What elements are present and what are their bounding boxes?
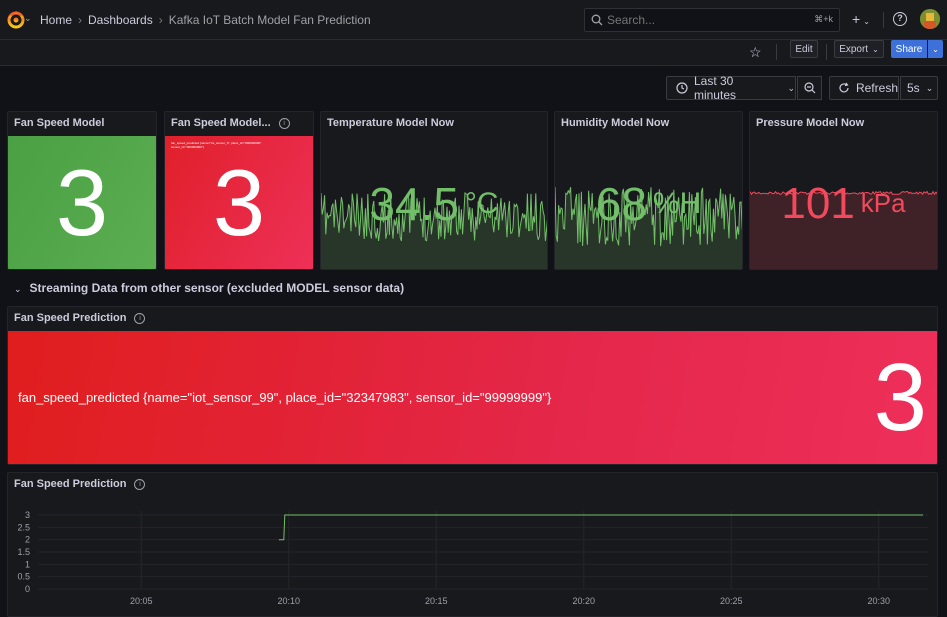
stat-unit: %H: [652, 186, 702, 220]
chevron-down-icon: ⌄: [863, 17, 870, 26]
refresh-button[interactable]: Refresh: [829, 76, 899, 100]
top-navbar: ⌄ Home › Dashboards › Kafka IoT Batch Mo…: [0, 0, 947, 40]
stat-background: 3: [8, 136, 156, 269]
y-tick-label: 0: [25, 584, 30, 594]
x-tick-label: 20:15: [425, 596, 448, 606]
time-range-label: Last 30 minutes: [693, 74, 736, 102]
panel-title: Fan Speed Model: [14, 117, 105, 129]
breadcrumb: Home › Dashboards › Kafka IoT Batch Mode…: [40, 13, 371, 27]
chevron-down-icon: ⌄: [872, 44, 879, 54]
x-tick-label: 20:20: [572, 596, 595, 606]
panel-fan-speed-model[interactable]: Fan Speed Model 3: [7, 111, 157, 270]
help-icon[interactable]: ?: [893, 12, 907, 26]
x-tick-label: 20:05: [130, 596, 153, 606]
stat-value: 3: [55, 149, 109, 255]
zoom-out-button[interactable]: [797, 76, 822, 100]
panel-title-text: Fan Speed Model...: [171, 117, 271, 129]
stat-background: fan_speed_predicted {name="iot_sensor_0"…: [165, 136, 313, 269]
row-title: Streaming Data from other sensor (exclud…: [29, 281, 405, 295]
divider: [776, 44, 777, 60]
clock-icon: [676, 82, 688, 94]
stat-value-wrap: 34.5 °C: [321, 138, 547, 269]
panel-pressure[interactable]: Pressure Model Now 101 kPa: [749, 111, 938, 270]
search-shortcut-hint: ⌘+k: [814, 14, 833, 24]
star-icon[interactable]: ☆: [749, 44, 762, 61]
chevron-down-icon: ⌄: [787, 82, 795, 93]
stat-value: 68: [595, 177, 647, 230]
row-header[interactable]: ⌄ Streaming Data from other sensor (exclu…: [14, 281, 404, 295]
stat-value-wrap: 101 kPa: [750, 138, 937, 269]
y-tick-label: 0.5: [17, 572, 30, 582]
breadcrumb-current: Kafka IoT Batch Model Fan Prediction: [168, 13, 371, 27]
y-tick-label: 1: [25, 559, 30, 569]
y-tick-label: 3: [25, 510, 30, 520]
panel-title: Fan Speed Prediction i: [14, 312, 146, 324]
search-input[interactable]: [607, 13, 807, 27]
y-tick-label: 2.5: [17, 522, 30, 532]
stat-unit: °C: [464, 186, 499, 220]
chevron-down-icon[interactable]: ⌄: [24, 13, 32, 24]
x-tick-label: 20:30: [867, 596, 890, 606]
refresh-interval-label: 5s: [907, 81, 920, 95]
share-button[interactable]: Share: [891, 40, 927, 58]
x-tick-label: 20:10: [277, 596, 300, 606]
y-tick-label: 2: [25, 535, 30, 545]
divider: [883, 12, 884, 28]
chevron-down-icon: ⌄: [925, 82, 934, 93]
stat-value: 3: [212, 149, 266, 255]
breadcrumb-separator: ›: [78, 13, 83, 27]
panel-humidity[interactable]: Humidity Model Now 68 %H: [554, 111, 743, 270]
chevron-down-icon: ⌄: [932, 44, 939, 54]
series-label: fan_speed_predicted {name="iot_sensor_0"…: [171, 141, 262, 149]
panel-fan-speed-prediction-stat[interactable]: Fan Speed Prediction i fan_speed_predicte…: [7, 306, 938, 465]
stat-value: 101: [781, 178, 855, 228]
edit-button[interactable]: Edit: [790, 40, 818, 58]
info-icon[interactable]: i: [134, 313, 146, 324]
refresh-icon: [839, 82, 849, 93]
panel-temperature[interactable]: Temperature Model Now 34.5 °C: [320, 111, 548, 270]
user-avatar-icon: [920, 9, 940, 29]
chevron-down-icon: ⌄: [14, 284, 22, 294]
y-tick-label: 1.5: [17, 547, 30, 557]
grafana-logo-icon[interactable]: [6, 10, 26, 30]
search-box[interactable]: ⌘+k: [584, 8, 840, 32]
time-range-picker[interactable]: Last 30 minutes ⌄: [666, 74, 796, 102]
panel-fan-speed-model-2[interactable]: Fan Speed Model... i fan_speed_predicted …: [164, 111, 314, 270]
export-button[interactable]: Export ⌄: [834, 40, 884, 58]
share-dropdown-button[interactable]: ⌄: [928, 40, 943, 58]
divider: [826, 44, 827, 60]
avatar[interactable]: [920, 9, 940, 29]
panel-title: Fan Speed Model... i: [171, 117, 290, 129]
stat-value: 3: [873, 343, 927, 451]
breadcrumb-separator: ›: [158, 13, 163, 27]
export-label: Export: [839, 43, 869, 55]
stat-unit: kPa: [860, 188, 906, 218]
add-new-button[interactable]: + ⌄: [852, 11, 870, 27]
zoom-out-icon: [803, 82, 815, 94]
refresh-interval-picker[interactable]: 5s ⌄: [900, 76, 938, 100]
timeseries-chart: 3 2.5 2 1.5 1 0.5 0 20:05 20:10 20:15 20:20 20:25 20…: [17, 510, 928, 606]
stat-value-wrap: 68 %H: [555, 138, 742, 269]
stat-value: 34.5: [369, 177, 459, 230]
search-icon: [591, 14, 603, 26]
breadcrumb-dashboards[interactable]: Dashboards: [88, 13, 153, 27]
panel-fan-speed-prediction-chart[interactable]: Fan Speed Prediction i 3 2.5 2 1.5 1 0.5 0 20:05…: [7, 472, 938, 617]
series-label: fan_speed_predicted {name="iot_sensor_99…: [18, 390, 552, 405]
x-tick-label: 20:25: [720, 596, 743, 606]
info-icon[interactable]: i: [278, 118, 290, 129]
panel-title-text: Fan Speed Prediction: [14, 312, 127, 324]
stat-background: fan_speed_predicted {name="iot_sensor_99…: [8, 331, 937, 464]
refresh-label: Refresh: [855, 81, 898, 95]
breadcrumb-home[interactable]: Home: [40, 13, 72, 27]
